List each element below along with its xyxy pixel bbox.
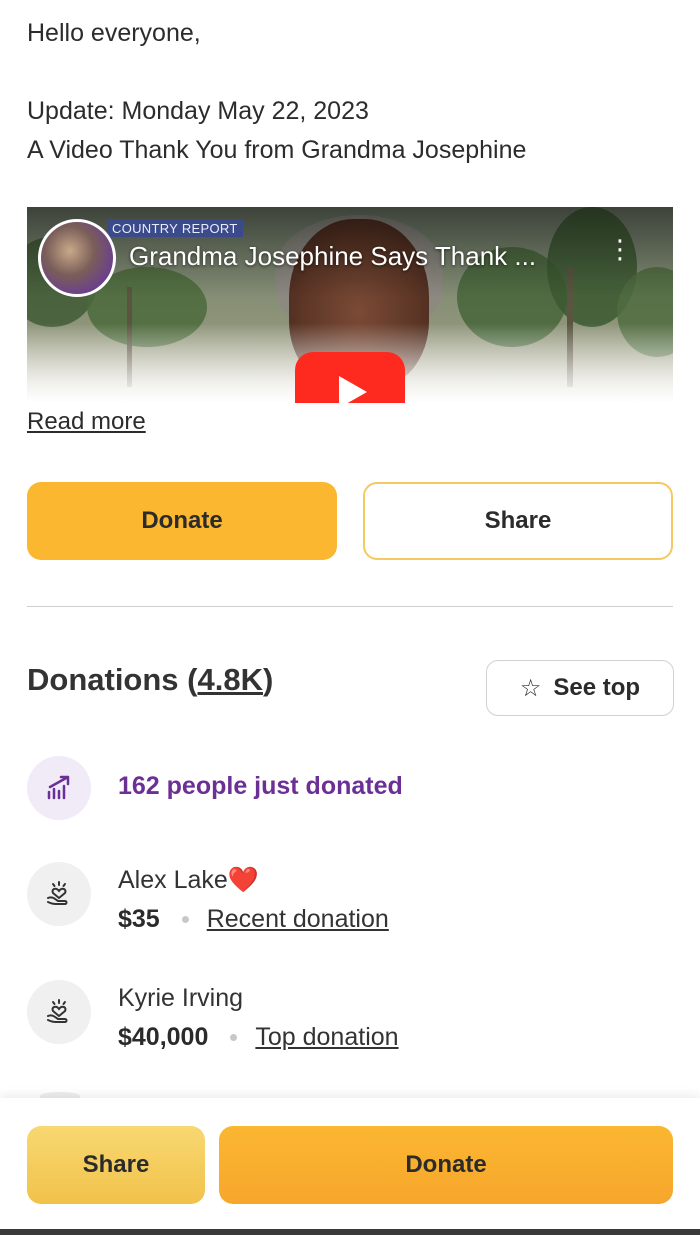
more-options-icon[interactable]: ⋮ <box>607 236 633 279</box>
donor-name: Kyrie Irving <box>118 984 244 1012</box>
donation-amount: $35 <box>118 905 160 933</box>
video-title[interactable]: Grandma Josephine Says Thank ... <box>129 241 589 272</box>
separator-dot <box>230 1034 238 1041</box>
heart-in-hand-icon <box>27 862 91 926</box>
channel-badge: COUNTRY REPORT <box>107 220 243 237</box>
donor-name: Alex Lake❤️ <box>118 866 259 894</box>
donor-details: $40,000 Top donation <box>118 1023 399 1052</box>
update-story: Hello everyone, Update: Monday May 22, 2… <box>27 14 673 170</box>
donate-button[interactable]: Donate <box>27 482 337 560</box>
see-top-button[interactable]: ☆ See top <box>486 660 674 716</box>
donate-button-bottom[interactable]: Donate <box>219 1126 673 1204</box>
trending-up-icon <box>27 756 91 820</box>
recent-donation-link[interactable]: Recent donation <box>207 905 389 934</box>
donations-count-link[interactable]: 4.8K <box>198 662 263 697</box>
donations-heading: Donations (4.8K) <box>27 662 274 697</box>
update-date-text: Update: Monday May 22, 2023 <box>27 97 369 125</box>
heart-in-hand-icon <box>27 980 91 1044</box>
donation-amount: $40,000 <box>118 1023 209 1051</box>
play-button-icon[interactable] <box>295 352 405 403</box>
donor-details: $35 Recent donation <box>118 905 389 934</box>
see-top-label: See top <box>553 674 641 701</box>
share-button[interactable]: Share <box>363 482 673 560</box>
recent-donations-summary: 162 people just donated <box>118 772 403 800</box>
system-nav-bar <box>0 1229 700 1235</box>
update-subtitle-text: A Video Thank You from Grandma Josephine <box>27 136 527 164</box>
share-button-bottom[interactable]: Share <box>27 1126 205 1204</box>
video-embed[interactable]: COUNTRY REPORT Grandma Josephine Says Th… <box>27 207 673 403</box>
top-donation-link[interactable]: Top donation <box>255 1023 398 1052</box>
channel-avatar[interactable] <box>38 219 116 297</box>
star-icon: ☆ <box>519 674 542 702</box>
divider <box>27 606 673 607</box>
read-more-link[interactable]: Read more <box>27 408 146 436</box>
greeting-text: Hello everyone, <box>27 19 201 47</box>
separator-dot <box>181 916 189 923</box>
